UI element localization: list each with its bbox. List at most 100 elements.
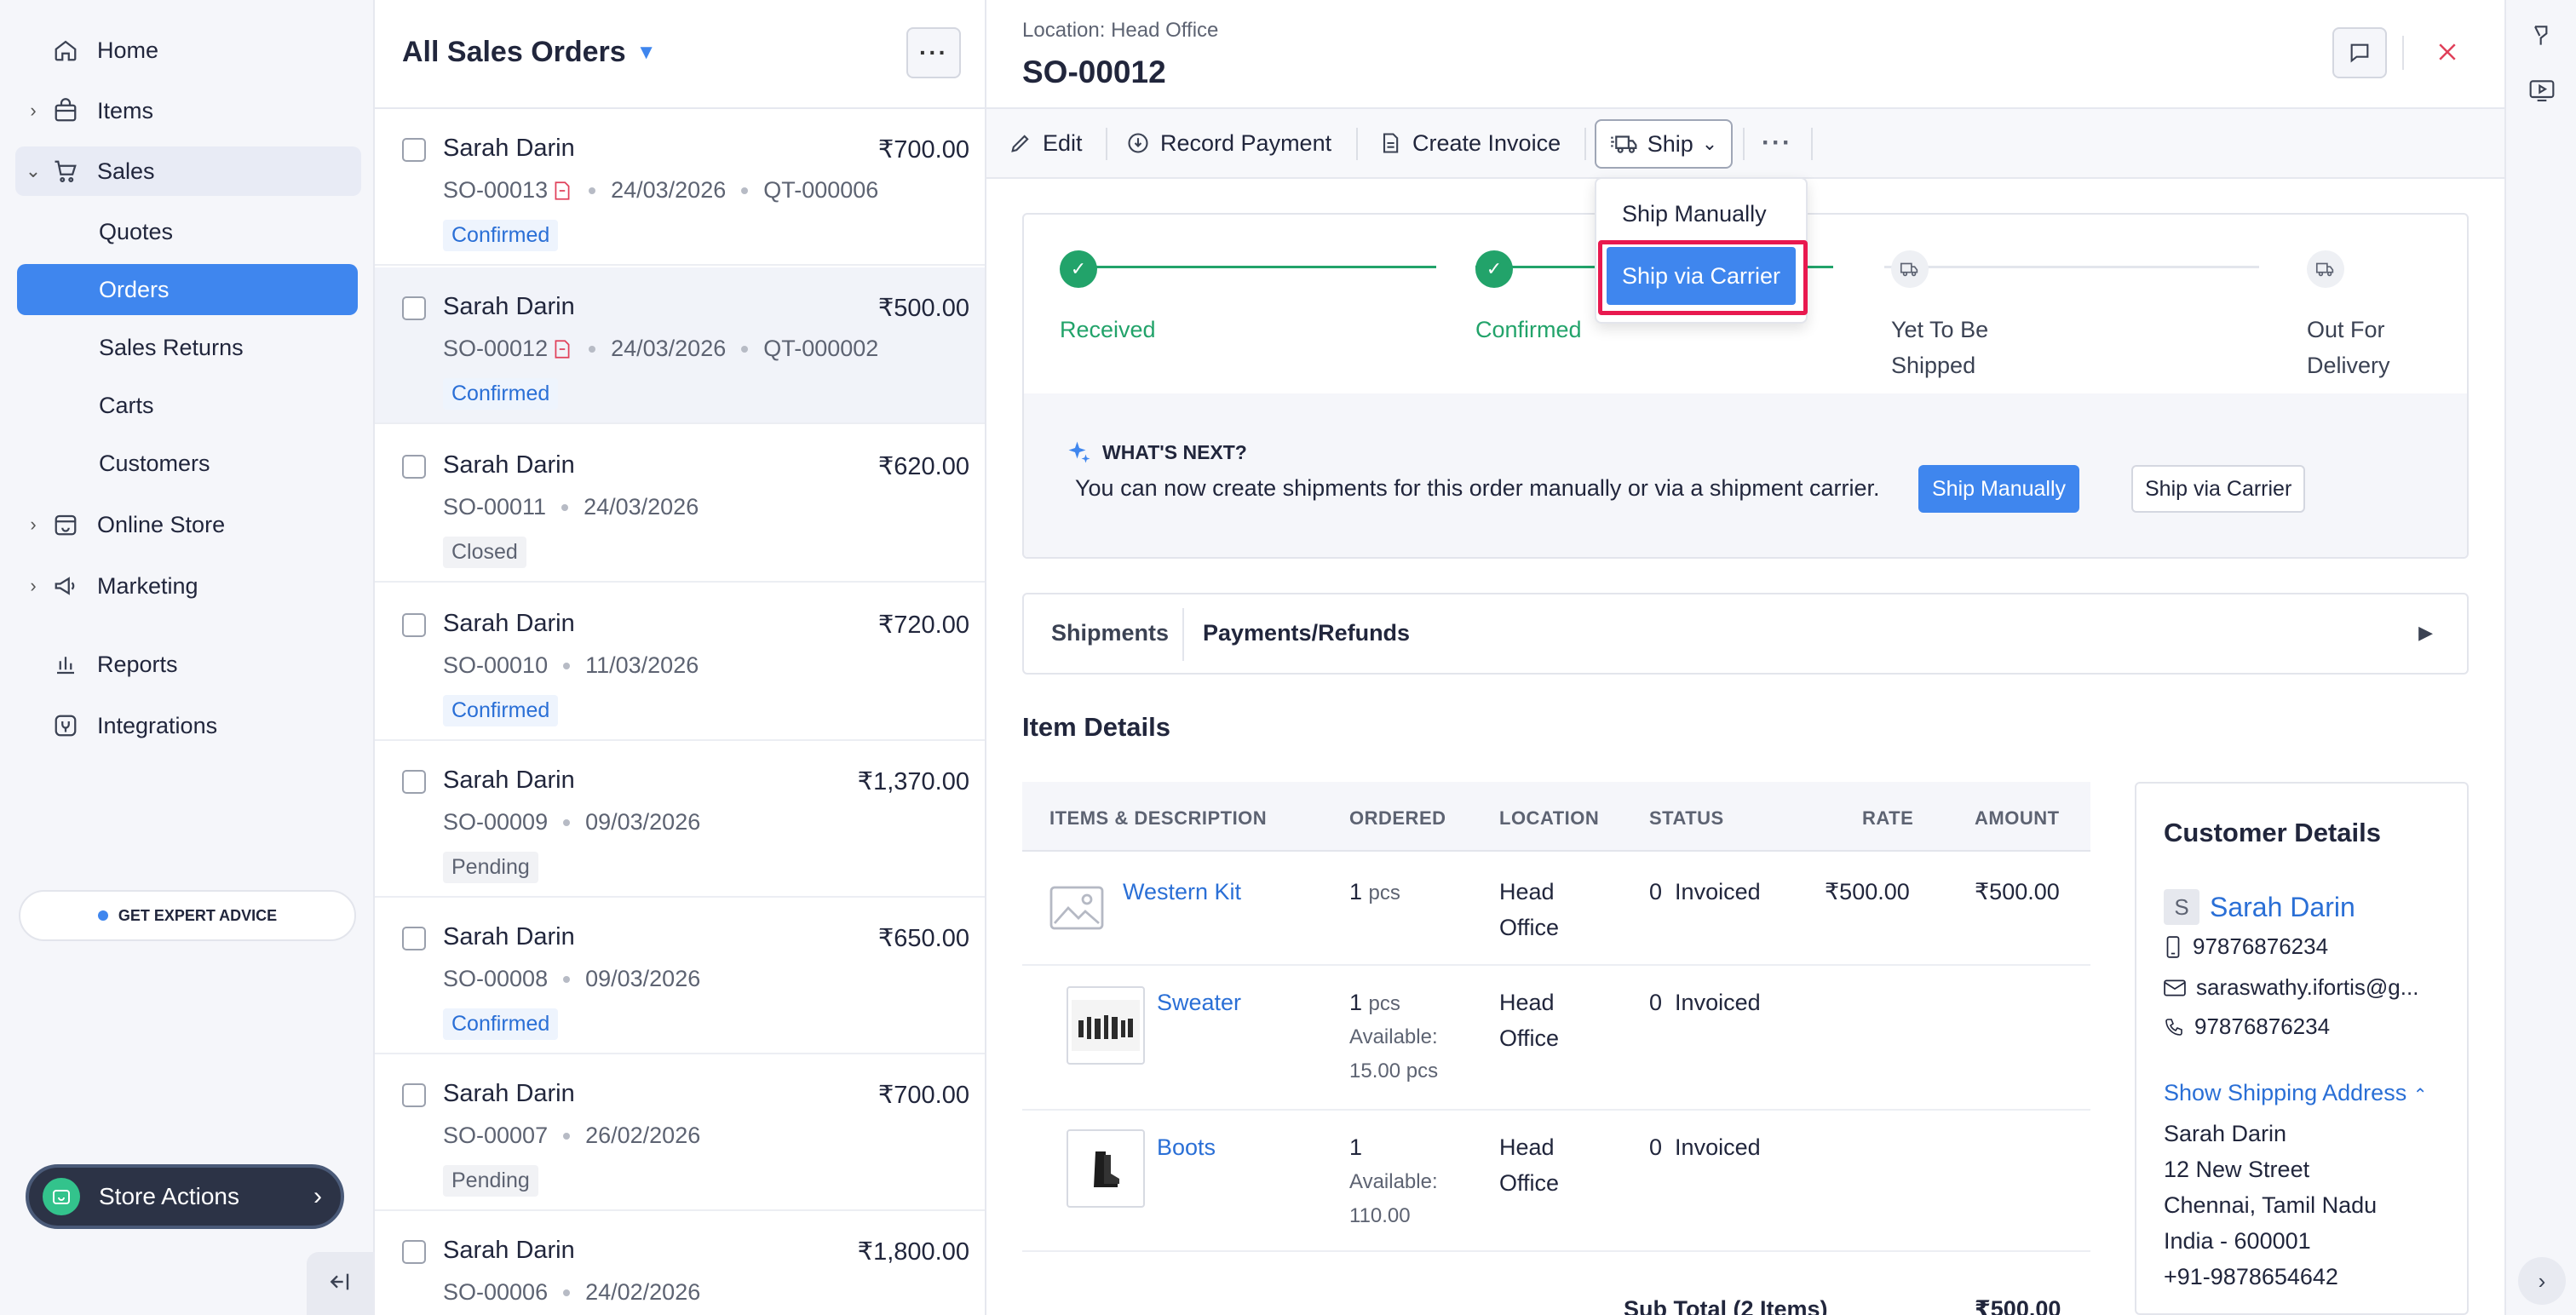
toolbar-divider [1106, 128, 1107, 160]
more-horizontal-icon: ··· [1762, 129, 1792, 157]
chevron-right-icon[interactable]: › [24, 100, 43, 122]
expert-advice-button[interactable]: GET EXPERT ADVICE [19, 890, 356, 941]
nav-marketing[interactable]: › Marketing [15, 561, 361, 611]
order-customer: Sarah Darin [443, 451, 575, 479]
store-actions-button[interactable]: Store Actions › [26, 1164, 344, 1229]
nav-sub-carts[interactable]: Carts [17, 380, 358, 431]
item-status: 0 Invoiced [1649, 990, 1761, 1015]
tab-payments-refunds[interactable]: Payments/Refunds [1203, 620, 1410, 646]
comments-button[interactable] [2332, 27, 2387, 78]
order-row[interactable]: Sarah Darin ₹700.00 SO-00013 24/03/2026 … [375, 109, 985, 266]
chevron-right-icon[interactable]: › [24, 514, 43, 536]
item-available: Available: 15.00 pcs [1349, 1025, 1439, 1082]
nav-integrations[interactable]: Integrations [15, 701, 361, 750]
nav-sub-sales-returns[interactable]: Sales Returns [17, 322, 358, 373]
order-date: 26/02/2026 [585, 1123, 701, 1148]
step-label: Received [1060, 317, 1156, 342]
ship-dropdown-button[interactable]: Ship ⌄ [1595, 119, 1733, 169]
detail-header: Location: Head Office SO-00012 [986, 0, 2504, 109]
th-location: LOCATION [1499, 807, 1600, 829]
ship-via-carrier-button[interactable]: Ship via Carrier [2131, 465, 2306, 513]
tab-shipments[interactable]: Shipments [1051, 620, 1169, 646]
item-status: 0 Invoiced [1649, 1134, 1761, 1160]
nav-items[interactable]: › Items [15, 86, 361, 135]
nav-sales[interactable]: ⌄ Sales [15, 146, 361, 196]
row-checkbox[interactable] [402, 455, 426, 479]
row-checkbox[interactable] [402, 770, 426, 794]
item-name-link[interactable]: Sweater [1157, 985, 1241, 1020]
record-payment-button[interactable]: Record Payment [1126, 121, 1331, 165]
customer-email: saraswathy.ifortis@g... [2164, 974, 2418, 1001]
order-row[interactable]: Sarah Darin ₹700.00 SO-00007 26/02/2026 … [375, 1054, 985, 1211]
row-checkbox[interactable] [402, 1240, 426, 1264]
close-button[interactable] [2426, 31, 2469, 73]
menu-item-ship-via-carrier[interactable]: Ship via Carrier [1607, 247, 1796, 305]
expand-panel-button[interactable]: › [2518, 1257, 2566, 1305]
order-meta: SO-00006 24/02/2026 [443, 1279, 700, 1306]
show-shipping-address-toggle[interactable]: Show Shipping Address ⌃ [2164, 1080, 2427, 1106]
detail-tabs: Shipments Payments/Refunds ▶ [1022, 593, 2469, 675]
video-tutorial-icon[interactable] [2525, 73, 2559, 107]
address-line: +91-9878654642 [2164, 1264, 2338, 1289]
order-meta: SO-00009 09/03/2026 [443, 809, 700, 836]
nav-sales-label: Sales [97, 158, 155, 184]
list-more-button[interactable]: ··· [906, 27, 961, 78]
create-invoice-button[interactable]: Create Invoice [1378, 121, 1561, 165]
header-divider [2402, 36, 2404, 70]
nav-sub-orders[interactable]: Orders [17, 264, 358, 315]
home-icon [51, 36, 80, 65]
order-amount: ₹1,370.00 [857, 768, 969, 795]
order-number: SO-00007 [443, 1123, 549, 1148]
order-customer: Sarah Darin [443, 135, 575, 162]
menu-item-ship-manually[interactable]: Ship Manually [1622, 201, 1767, 227]
collapse-sidebar-button[interactable] [307, 1252, 375, 1315]
list-header: All Sales Orders ▼ ··· [375, 0, 985, 109]
check-icon: ✓ [1060, 250, 1097, 288]
avatar: S [2164, 889, 2199, 925]
delivery-truck-icon [2307, 250, 2344, 288]
chevron-right-icon[interactable]: › [24, 575, 43, 597]
order-row[interactable]: Sarah Darin ₹650.00 SO-00008 09/03/2026 … [375, 898, 985, 1054]
table-row: Boots 1 Available: 110.00 Head Office 0 In… [1022, 1111, 2090, 1252]
order-row[interactable]: Sarah Darin ₹720.00 SO-00010 11/03/2026 … [375, 584, 985, 741]
order-number: SO-00010 [443, 652, 549, 678]
row-checkbox[interactable] [402, 296, 426, 320]
th-status: STATUS [1649, 807, 1724, 829]
help-icon[interactable] [2525, 19, 2559, 53]
order-amount: ₹500.00 [877, 295, 969, 322]
item-name-link[interactable]: Boots [1157, 1129, 1216, 1165]
more-actions-button[interactable]: ··· [1762, 121, 1792, 165]
check-icon: ✓ [1475, 250, 1513, 288]
order-amount: ₹700.00 [877, 136, 969, 164]
item-location: Head Office [1499, 990, 1560, 1051]
row-checkbox[interactable] [402, 927, 426, 950]
order-row-selected[interactable]: Sarah Darin ₹500.00 SO-00012 24/03/2026 … [375, 267, 985, 424]
item-name-link[interactable]: Western Kit [1123, 874, 1241, 910]
order-row[interactable]: Sarah Darin ₹1,370.00 SO-00009 09/03/202… [375, 741, 985, 898]
order-amount: ₹700.00 [877, 1082, 969, 1109]
boots-thumbnail [1067, 1129, 1145, 1208]
row-checkbox[interactable] [402, 613, 426, 637]
order-amount: ₹650.00 [877, 925, 969, 952]
ship-dropdown-menu: Ship Manually Ship via Carrier [1595, 177, 1808, 324]
chevron-right-icon: › [2538, 1267, 2546, 1294]
nav-online-store[interactable]: › Online Store [15, 500, 361, 549]
nav-sub-customers[interactable]: Customers [17, 438, 358, 489]
nav-reports[interactable]: Reports [15, 640, 361, 689]
order-row[interactable]: Sarah Darin ₹1,800.00 SO-00006 24/02/202… [375, 1211, 985, 1315]
order-row[interactable]: Sarah Darin ₹620.00 SO-00011 24/03/2026 … [375, 426, 985, 583]
nav-sub-quotes[interactable]: Quotes [17, 206, 358, 257]
ship-manually-button[interactable]: Ship Manually [1918, 465, 2080, 513]
expert-advice-label: GET EXPERT ADVICE [118, 906, 278, 924]
nav-marketing-label: Marketing [97, 572, 198, 599]
row-checkbox[interactable] [402, 138, 426, 162]
expand-triangle-icon[interactable]: ▶ [2418, 622, 2433, 644]
nav-home[interactable]: Home [15, 26, 361, 75]
row-checkbox[interactable] [402, 1083, 426, 1107]
customer-name-link[interactable]: S Sarah Darin [2164, 889, 2355, 925]
order-number: SO-00011 [443, 494, 547, 520]
step-label: Out For Delivery [2307, 317, 2390, 378]
list-view-selector[interactable]: All Sales Orders ▼ [402, 36, 656, 69]
chevron-down-icon[interactable]: ⌄ [24, 160, 43, 182]
edit-button[interactable]: Edit [1009, 121, 1083, 165]
